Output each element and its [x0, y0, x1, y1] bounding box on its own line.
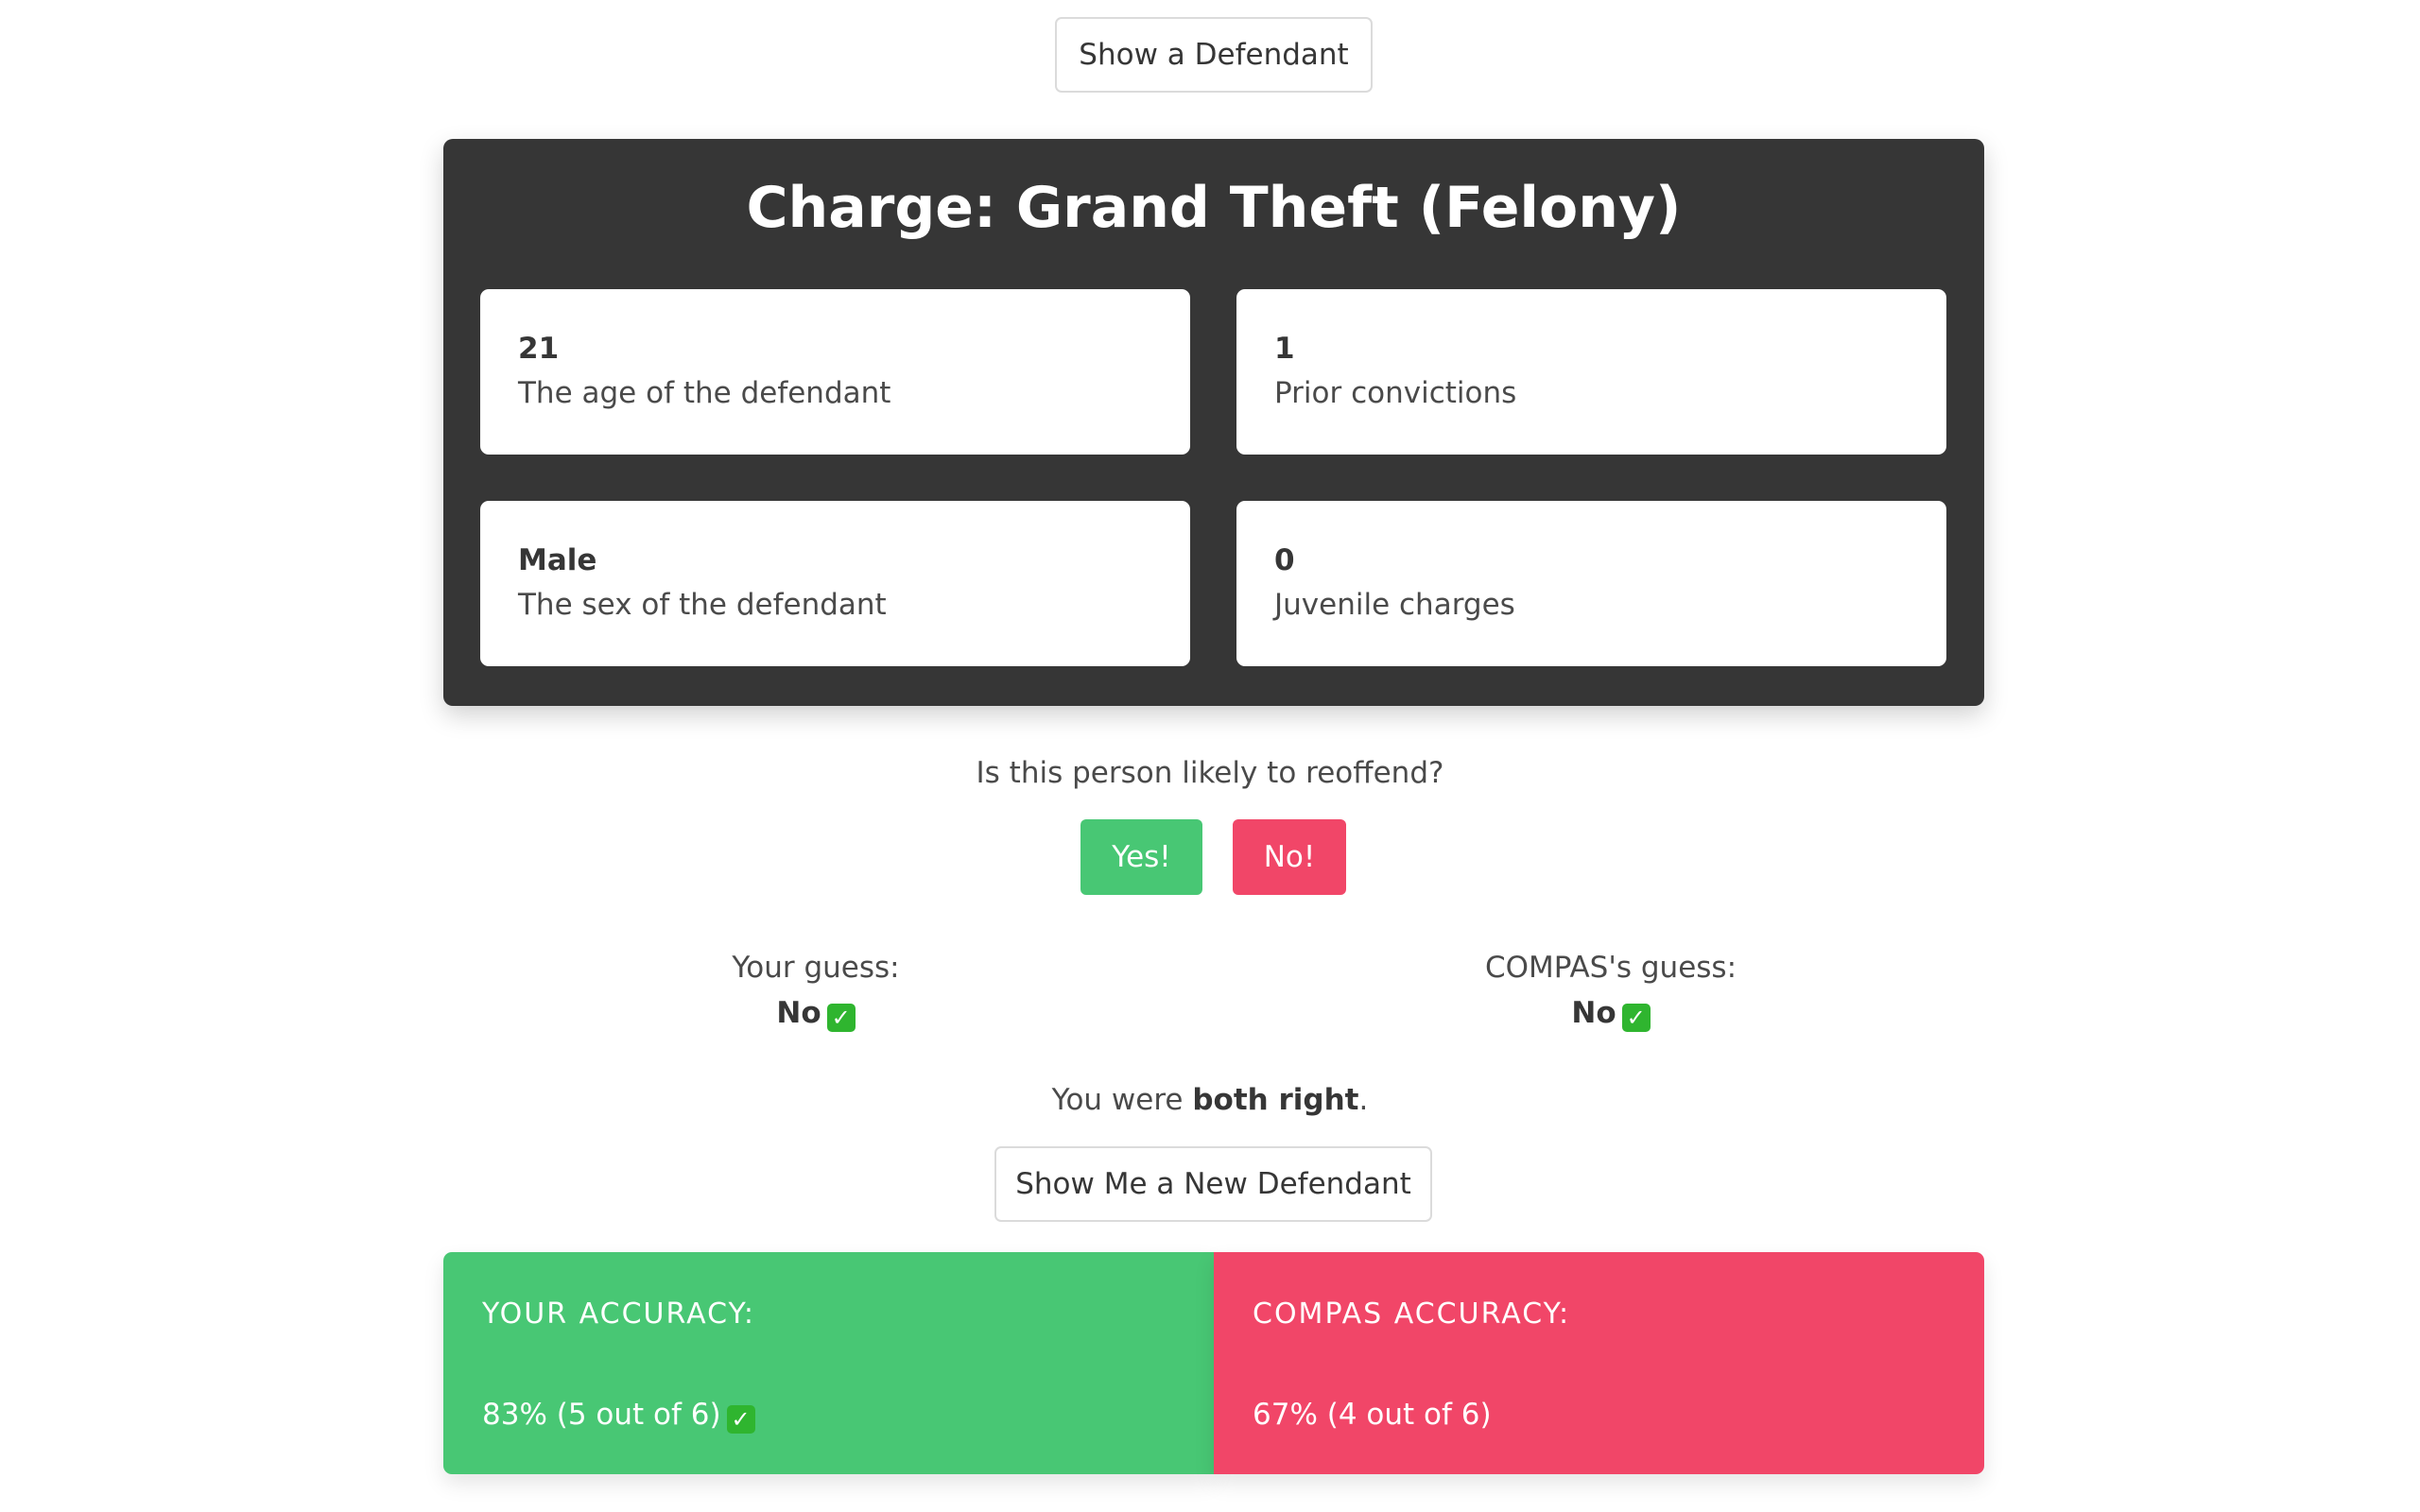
prior-convictions-value: 1 [1274, 332, 1295, 366]
result-message: You were both right. [0, 1083, 2420, 1117]
charge-panel: Charge: Grand Theft (Felony) 21 The age … [443, 139, 1984, 706]
compas-guess-value-row: No ✓ [1374, 988, 1847, 1038]
yes-button[interactable]: Yes! [1080, 819, 1202, 895]
sex-label: The sex of the defendant [518, 588, 887, 622]
compas-accuracy-value: 67% (4 out of 6) [1253, 1398, 1492, 1432]
juvenile-charges-card: 0 Juvenile charges [1236, 501, 1946, 666]
compas-guess-value: No [1571, 996, 1616, 1030]
prior-convictions-card: 1 Prior convictions [1236, 289, 1946, 455]
your-accuracy-value: 83% (5 out of 6) [482, 1398, 721, 1432]
sex-value: Male [518, 543, 597, 577]
your-accuracy-value-row: 83% (5 out of 6) ✓ [482, 1396, 1214, 1434]
check-mark-icon: ✓ [1621, 1004, 1651, 1032]
age-value: 21 [518, 332, 560, 366]
new-defendant-button[interactable]: Show Me a New Defendant [994, 1146, 1432, 1222]
result-emphasis: both right [1192, 1083, 1359, 1117]
compas-accuracy-panel: COMPAS ACCURACY: 67% (4 out of 6) [1214, 1252, 1984, 1474]
age-label: The age of the defendant [518, 376, 891, 410]
reoffend-question: Is this person likely to reoffend? [976, 756, 1444, 790]
compas-guess: COMPAS's guess: No ✓ [1374, 947, 1847, 1038]
your-guess-value: No [776, 996, 821, 1030]
your-guess-label: Your guess: [732, 951, 900, 985]
your-guess-value-row: No ✓ [579, 988, 1052, 1038]
your-accuracy-title: YOUR ACCURACY: [482, 1297, 755, 1331]
result-prefix: You were [1051, 1083, 1193, 1117]
charge-title: Charge: Grand Theft (Felony) [746, 175, 1682, 241]
juvenile-charges-label: Juvenile charges [1274, 588, 1515, 622]
check-mark-icon: ✓ [826, 1004, 856, 1032]
prior-convictions-label: Prior convictions [1274, 376, 1517, 410]
age-card: 21 The age of the defendant [480, 289, 1190, 455]
your-guess: Your guess: No ✓ [579, 947, 1052, 1038]
sex-card: Male The sex of the defendant [480, 501, 1190, 666]
show-defendant-button[interactable]: Show a Defendant [1055, 17, 1373, 93]
check-mark-icon: ✓ [726, 1405, 755, 1434]
result-suffix: . [1358, 1083, 1369, 1117]
your-accuracy-panel: YOUR ACCURACY: 83% (5 out of 6) ✓ [443, 1252, 1214, 1474]
no-button[interactable]: No! [1233, 819, 1346, 895]
compas-accuracy-title: COMPAS ACCURACY: [1253, 1297, 1571, 1331]
juvenile-charges-value: 0 [1274, 543, 1295, 577]
page: Show a Defendant Charge: Grand Theft (Fe… [0, 0, 2420, 1512]
compas-guess-label: COMPAS's guess: [1484, 951, 1737, 985]
